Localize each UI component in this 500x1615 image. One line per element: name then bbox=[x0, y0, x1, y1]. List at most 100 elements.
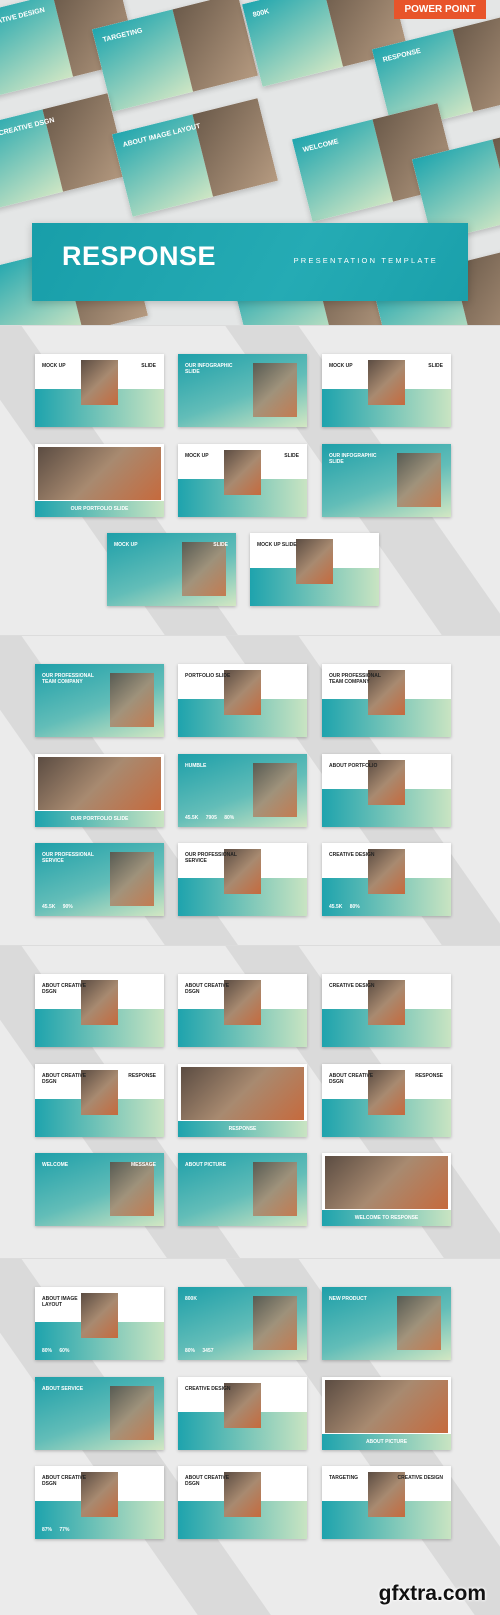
slide-photo bbox=[109, 851, 154, 906]
slide-photo bbox=[109, 672, 154, 727]
slide-stats: 80% 3457 bbox=[185, 1348, 214, 1354]
slide-subtitle: RESPONSE bbox=[415, 1073, 443, 1079]
slide-thumbnail[interactable]: OUR PROFESSIONAL SERVICE 45.5K 90% bbox=[35, 843, 164, 916]
slide-title: MOCK UP bbox=[114, 542, 138, 548]
slide-thumbnail[interactable]: WELCOME TO RESPONSE bbox=[322, 1153, 451, 1226]
slide-thumbnail[interactable]: PORTFOLIO SLIDE bbox=[178, 664, 307, 737]
slide-title: MOCK UP SLIDE bbox=[257, 542, 297, 548]
slide-title: ABOUT PORTFOLIO bbox=[329, 763, 378, 769]
slide-photo bbox=[396, 1295, 441, 1350]
slide-thumbnail[interactable]: ABOUT CREATIVE DSGN bbox=[178, 1466, 307, 1539]
slide-title: 800K bbox=[185, 1296, 197, 1302]
slide-title: RESPONSE bbox=[228, 1126, 257, 1132]
slide-thumbnail[interactable]: ABOUT CREATIVE DSGN bbox=[178, 974, 307, 1047]
slide-stats: 80% 60% bbox=[42, 1348, 70, 1354]
slide-subtitle: CREATIVE DESIGN bbox=[397, 1475, 443, 1481]
slide-thumbnail[interactable]: ABOUT CREATIVE DSGN bbox=[35, 974, 164, 1047]
slide-thumbnail[interactable]: TARGETING CREATIVE DESIGN bbox=[322, 1466, 451, 1539]
slide-photo bbox=[181, 1067, 304, 1120]
slide-thumbnail[interactable]: ABOUT SERVICE bbox=[35, 1377, 164, 1450]
slide-title: OUR PROFESSIONAL TEAM COMPANY bbox=[329, 673, 381, 685]
slides-section: ABOUT CREATIVE DSGN ABOUT CREATIVE DSGN CR… bbox=[0, 945, 500, 1258]
slide-title: ABOUT PICTURE bbox=[185, 1162, 227, 1168]
slide-title: ABOUT IMAGE LAYOUT bbox=[42, 1296, 78, 1308]
slide-title: PORTFOLIO SLIDE bbox=[185, 673, 231, 679]
slide-photo bbox=[252, 762, 297, 817]
slide-thumbnail[interactable]: NEW PRODUCT bbox=[322, 1287, 451, 1360]
slide-thumbnail[interactable]: OUR PORTFOLIO SLIDE bbox=[35, 754, 164, 827]
slide-photo bbox=[38, 757, 161, 810]
power-point-badge: POWER POINT bbox=[394, 0, 486, 19]
slide-thumbnail[interactable]: MOCK UP SLIDE bbox=[322, 354, 451, 427]
slide-title: TARGETING bbox=[329, 1475, 359, 1481]
slides-section: MOCK UP SLIDE OUR INFOGRAPHIC SLIDE MOCK UP… bbox=[0, 325, 500, 635]
slide-title: OUR PORTFOLIO SLIDE bbox=[70, 816, 129, 822]
slide-thumbnail[interactable]: ABOUT PORTFOLIO bbox=[322, 754, 451, 827]
watermark: gfxtra.com bbox=[378, 1582, 486, 1605]
slide-thumbnail[interactable]: CREATIVE DESIGN bbox=[322, 974, 451, 1047]
slide-title: MOCK UP bbox=[42, 363, 66, 369]
banner-title: RESPONSE bbox=[62, 241, 217, 271]
slide-thumbnail[interactable]: ABOUT PICTURE bbox=[322, 1377, 451, 1450]
slide-thumbnail[interactable]: ABOUT CREATIVE DSGN RESPONSE bbox=[322, 1064, 451, 1137]
slide-stats: 45.5K 7905 80% bbox=[185, 815, 235, 821]
slide-title: OUR INFOGRAPHIC SLIDE bbox=[185, 363, 233, 375]
slide-thumbnail[interactable]: MOCK UP SLIDE bbox=[107, 533, 236, 606]
slide-title: CREATIVE DESIGN bbox=[329, 983, 375, 989]
slide-photo bbox=[252, 1161, 297, 1216]
slide-photo bbox=[38, 447, 161, 500]
slide-thumbnail[interactable]: OUR PROFESSIONAL TEAM COMPANY bbox=[322, 664, 451, 737]
slide-title: ABOUT CREATIVE DSGN bbox=[42, 1073, 87, 1085]
banner-subtitle: PRESENTATION TEMPLATE bbox=[293, 256, 438, 265]
slide-subtitle: SLIDE bbox=[141, 363, 156, 369]
slide-subtitle: SLIDE bbox=[428, 363, 443, 369]
slide-photo bbox=[325, 1380, 448, 1433]
slide-title: OUR PROFESSIONAL TEAM COMPANY bbox=[42, 673, 94, 685]
slide-title: ABOUT CREATIVE DSGN bbox=[42, 1475, 87, 1487]
slide-stats: 87% 77% bbox=[42, 1527, 70, 1533]
slide-thumbnail[interactable]: CREATIVE DESIGN bbox=[178, 1377, 307, 1450]
slide-thumbnail[interactable]: ABOUT CREATIVE DSGN 87% 77% bbox=[35, 1466, 164, 1539]
slide-photo bbox=[109, 1161, 154, 1216]
slide-thumbnail[interactable]: RESPONSE bbox=[178, 1064, 307, 1137]
slide-thumbnail[interactable]: OUR PROFESSIONAL SERVICE bbox=[178, 843, 307, 916]
slide-thumbnail[interactable]: WELCOME MESSAGE bbox=[35, 1153, 164, 1226]
slide-subtitle: SLIDE bbox=[284, 453, 299, 459]
slide-title: OUR PROFESSIONAL SERVICE bbox=[185, 852, 237, 864]
slide-title: MOCK UP bbox=[329, 363, 353, 369]
slide-thumbnail[interactable]: MOCK UP SLIDE bbox=[250, 533, 379, 606]
slide-title: OUR PORTFOLIO SLIDE bbox=[70, 506, 129, 512]
slide-title: ABOUT CREATIVE DSGN bbox=[185, 983, 230, 995]
slide-title: CREATIVE DESIGN bbox=[329, 852, 375, 858]
slide-title: ABOUT PICTURE bbox=[365, 1439, 408, 1445]
slide-photo bbox=[252, 362, 297, 417]
slide-thumbnail[interactable]: ABOUT IMAGE LAYOUT 80% 60% bbox=[35, 1287, 164, 1360]
hero-slide-thumbnail: ABOUT IMAGE LAYOUT bbox=[111, 98, 279, 217]
slide-title: ABOUT CREATIVE DSGN bbox=[185, 1475, 230, 1487]
slide-thumbnail[interactable]: HUMBLE 45.5K 7905 80% bbox=[178, 754, 307, 827]
slide-thumbnail[interactable]: ABOUT PICTURE bbox=[178, 1153, 307, 1226]
slide-thumbnail[interactable]: CREATIVE DESIGN 45.5K 80% bbox=[322, 843, 451, 916]
slide-subtitle: MESSAGE bbox=[130, 1162, 156, 1168]
hero-slide-thumbnail: ABOUT CREATIVE DSGN bbox=[0, 93, 129, 212]
slide-thumbnail[interactable]: OUR PROFESSIONAL TEAM COMPANY bbox=[35, 664, 164, 737]
slide-thumbnail[interactable]: 800K 80% 3457 bbox=[178, 1287, 307, 1360]
slide-subtitle: SLIDE bbox=[213, 542, 228, 548]
slide-thumbnail[interactable]: MOCK UP SLIDE bbox=[178, 444, 307, 517]
slide-stats: 45.5K 90% bbox=[42, 904, 73, 910]
slide-thumbnail[interactable]: ABOUT CREATIVE DSGN RESPONSE bbox=[35, 1064, 164, 1137]
slide-subtitle: RESPONSE bbox=[128, 1073, 156, 1079]
slides-section: ABOUT IMAGE LAYOUT 80% 60% 800K 80% 3457 NEW… bbox=[0, 1258, 500, 1615]
slide-title: OUR PROFESSIONAL SERVICE bbox=[42, 852, 94, 864]
slide-thumbnail[interactable]: OUR INFOGRAPHIC SLIDE bbox=[178, 354, 307, 427]
title-banner: RESPONSE PRESENTATION TEMPLATE bbox=[32, 223, 468, 301]
slide-title: ABOUT SERVICE bbox=[42, 1386, 84, 1392]
slide-thumbnail[interactable]: OUR PORTFOLIO SLIDE bbox=[35, 444, 164, 517]
slide-thumbnail[interactable]: OUR INFOGRAPHIC SLIDE bbox=[322, 444, 451, 517]
slide-photo bbox=[109, 1385, 154, 1440]
slide-thumbnail[interactable]: MOCK UP SLIDE bbox=[35, 354, 164, 427]
slide-title: CREATIVE DESIGN bbox=[185, 1386, 231, 1392]
slide-title: ABOUT CREATIVE DSGN bbox=[329, 1073, 374, 1085]
slide-title: HUMBLE bbox=[185, 763, 207, 769]
slide-photo bbox=[181, 541, 226, 596]
